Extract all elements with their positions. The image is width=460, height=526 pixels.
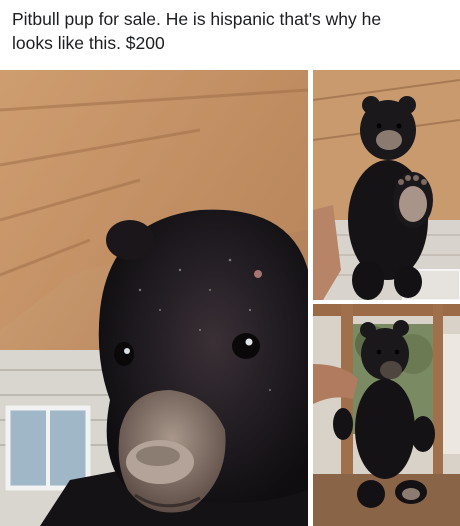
- bear-cub-closeup-photo[interactable]: [0, 70, 308, 526]
- post-caption: Pitbull pup for sale. He is hispanic tha…: [12, 7, 448, 55]
- bear-cub-closeup-image: [0, 70, 308, 526]
- caption-line-2: looks like this. $200: [12, 33, 165, 53]
- bear-cub-held-up-photo[interactable]: [313, 70, 460, 300]
- bear-cub-held-up-image: [313, 70, 460, 300]
- caption-line-1: Pitbull pup for sale. He is hispanic tha…: [12, 9, 382, 29]
- bear-cub-on-porch-image: [313, 304, 460, 526]
- bear-cub-on-porch-photo[interactable]: [313, 304, 460, 526]
